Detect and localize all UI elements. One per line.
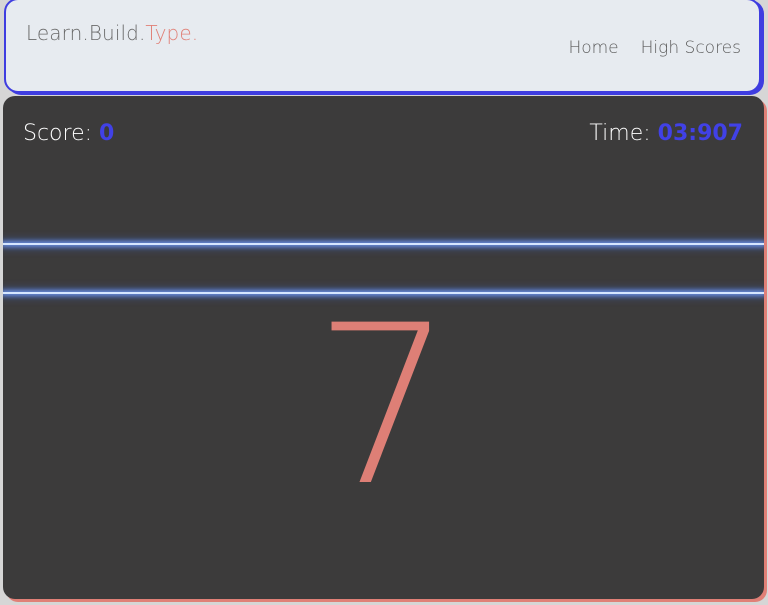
nav-link-home[interactable]: Home xyxy=(568,38,618,58)
top-navbar: Learn.Build.Type. Home High Scores xyxy=(4,0,761,93)
time-label: Time: xyxy=(589,121,651,146)
score-label: Score: xyxy=(23,121,93,146)
brand-type: Type. xyxy=(145,21,199,45)
score-display: Score: 0 xyxy=(23,121,114,146)
brand-logo[interactable]: Learn.Build.Type. xyxy=(26,21,198,45)
brand-build: Build. xyxy=(88,21,146,45)
time-display: Time: 03:907 xyxy=(589,121,743,146)
falling-character: 7 xyxy=(313,278,454,534)
time-value: 03:907 xyxy=(657,121,743,146)
game-panel[interactable]: Score: 0 Time: 03:907 7 xyxy=(3,96,764,599)
score-value: 0 xyxy=(99,121,115,146)
nav-links: Home High Scores xyxy=(568,38,741,58)
target-line-top xyxy=(3,243,764,245)
nav-link-high-scores[interactable]: High Scores xyxy=(641,38,741,58)
brand-learn: Learn. xyxy=(26,21,89,45)
